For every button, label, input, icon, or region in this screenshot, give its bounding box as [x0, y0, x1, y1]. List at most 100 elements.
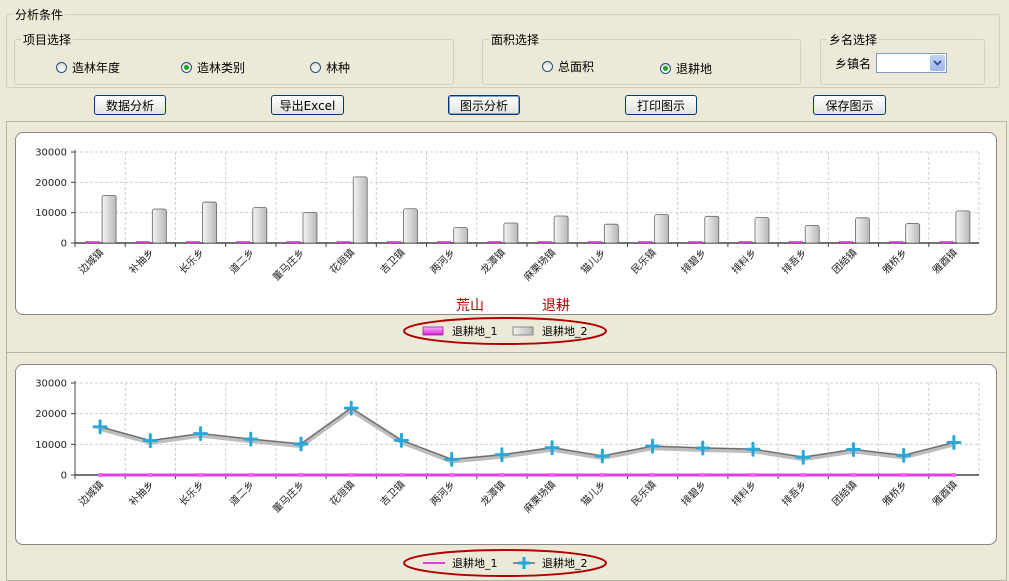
- chart2-x-tick-label: 猫儿乡: [578, 478, 608, 508]
- chart2-point-series-1: [801, 473, 806, 477]
- chart1-bar-series-2: [704, 215, 720, 244]
- chart2-point-series-2: [896, 447, 912, 463]
- chart1-x-tick-label: 董马庄乡: [270, 246, 307, 283]
- chart1-x-tick-label: 吉卫镇: [377, 246, 407, 276]
- chart1-bar-series-2: [252, 207, 268, 244]
- chart1-bar-series-1: [738, 241, 753, 244]
- chart1-bar-series-1: [387, 241, 401, 244]
- chart1-x-tick-label: 猫儿乡: [578, 246, 608, 276]
- chart2-legend-label: 退耕地_1: [452, 556, 498, 570]
- chart1-bar-series-2: [553, 215, 569, 244]
- chart2-point-series-1: [499, 473, 504, 477]
- chart1-x-tick-label: 补抽乡: [126, 246, 156, 276]
- chart1-x-tick-label: 团结镇: [829, 246, 859, 276]
- chart1-x-tick-label: 两河乡: [428, 247, 458, 277]
- chart1-x-tick-label: 长乐乡: [177, 247, 207, 277]
- chart2-x-tick-label: 吉卫镇: [377, 478, 407, 508]
- chart1-bar-series-2: [754, 217, 770, 244]
- chart1-bar-series-2: [403, 208, 418, 244]
- chart1-bar-series-1: [236, 241, 251, 244]
- chart2-x-tick-label: 长乐乡: [177, 479, 207, 509]
- chart1-y-tick-label: 20000: [35, 178, 67, 189]
- chart2-x-tick-label: 董马庄乡: [270, 478, 307, 515]
- chart2-x-tick-label: 补抽乡: [126, 478, 156, 508]
- chart1-bar-series-1: [839, 241, 853, 244]
- chart1-bar-series-1: [588, 241, 602, 244]
- chart2-x-tick-label: 花垣镇: [327, 478, 357, 508]
- chart2-x-tick-label: 边城镇: [76, 478, 106, 508]
- chart1-x-tick-label: 排料乡: [729, 246, 759, 276]
- chart1-bar-series-2: [352, 176, 368, 244]
- chart2-point-series-1: [148, 473, 153, 477]
- chart1-bar-series-2: [905, 223, 921, 244]
- chart2-point-series-1: [550, 473, 555, 477]
- chart1-x-tick-label: 花垣镇: [327, 246, 357, 276]
- chart1-bar-series-2: [603, 223, 619, 244]
- chart1-bar-series-1: [186, 241, 200, 244]
- chart2-point-series-2: [594, 448, 610, 464]
- chart2-y-tick-label: 10000: [35, 440, 67, 451]
- chart2-y-tick-label: 20000: [35, 409, 67, 420]
- chart1-bar-series-2: [654, 214, 669, 244]
- chart1-bar-series-1: [638, 241, 652, 244]
- chart2-x-tick-label: 雅酉镇: [930, 478, 960, 508]
- chart1-legend-label: 退耕地_2: [542, 324, 588, 338]
- chart1-bar-series-1: [336, 241, 351, 244]
- chart2-point-series-1: [751, 473, 755, 477]
- chart1-bar-series-1: [889, 241, 903, 244]
- chart1-y-tick-label: 30000: [35, 148, 67, 159]
- chart1-x-tick-label: 道二乡: [226, 246, 256, 276]
- chart1-legend-swatch: [512, 326, 534, 336]
- chart1-bar-series-2: [804, 225, 820, 244]
- chart1-bar-series-2: [302, 211, 318, 244]
- chart1-bar-series-1: [939, 241, 954, 244]
- chart1-x-tick-label: 民乐镇: [628, 246, 658, 276]
- chart1-x-tick-label: 雅酉镇: [930, 246, 960, 276]
- annotation-returned-farmland: 退耕: [542, 298, 570, 314]
- chart1-bar-series-1: [487, 241, 502, 244]
- annotation-barren-mountain: 荒山: [456, 298, 484, 314]
- chart1-bar-series-1: [437, 241, 451, 244]
- chart2-point-series-2: [795, 449, 811, 465]
- chart2-x-tick-label: 民乐镇: [628, 478, 658, 508]
- chart1-bar-series-1: [286, 241, 301, 244]
- chart2-y-tick-label: 0: [61, 471, 67, 482]
- chart1-y-tick-label: 10000: [35, 208, 67, 219]
- chart1-bar-series-2: [453, 227, 469, 244]
- chart1-bar-series-1: [788, 241, 803, 244]
- chart1-x-tick-label: 龙潭镇: [478, 246, 508, 276]
- chart2-legend-marker: [518, 557, 530, 569]
- chart1-x-tick-label: 排碧乡: [678, 246, 708, 276]
- chart2-x-tick-label: 排料乡: [729, 478, 759, 508]
- chart2-x-tick-label: 雅桥乡: [879, 478, 909, 508]
- chart2-point-series-1: [901, 473, 906, 477]
- chart1-bar-series-2: [955, 210, 971, 244]
- chart2-point-series-2: [695, 440, 711, 456]
- chart2-point-series-1: [600, 473, 605, 477]
- chart2-point-series-1: [650, 473, 655, 477]
- chart2-x-tick-label: 两河乡: [428, 479, 458, 509]
- chart1-bar-series-1: [136, 241, 150, 244]
- chart2-point-series-1: [349, 473, 354, 477]
- chart2-legend-label: 退耕地_2: [542, 556, 588, 570]
- chart1-bar-series-2: [503, 222, 519, 244]
- chart1-x-tick-label: 麻栗场镇: [521, 246, 558, 283]
- chart1-bar-series-2: [202, 201, 217, 244]
- chart2-x-tick-label: 排吾乡: [779, 478, 809, 508]
- chart1-bar-series-2: [151, 208, 167, 244]
- chart2-x-tick-label: 排碧乡: [678, 478, 708, 508]
- chart1-legend-label: 退耕地_1: [452, 324, 498, 338]
- chart1-x-tick-label: 排吾乡: [779, 246, 809, 276]
- chart2-x-tick-label: 团结镇: [829, 478, 859, 508]
- chart2-point-series-1: [700, 473, 705, 477]
- chart2-point-series-1: [951, 473, 956, 477]
- chart2-y-tick-label: 30000: [35, 379, 67, 390]
- chart2-point-series-1: [198, 473, 203, 477]
- chart1-bar-series-2: [855, 217, 870, 244]
- chart2-point-series-1: [449, 473, 454, 477]
- chart2-point-series-2: [142, 433, 158, 449]
- chart2-point-series-1: [98, 473, 103, 477]
- chart2-point-series-1: [299, 473, 303, 477]
- chart2-x-tick-label: 麻栗场镇: [521, 478, 558, 515]
- chart1-legend-swatch: [422, 326, 444, 336]
